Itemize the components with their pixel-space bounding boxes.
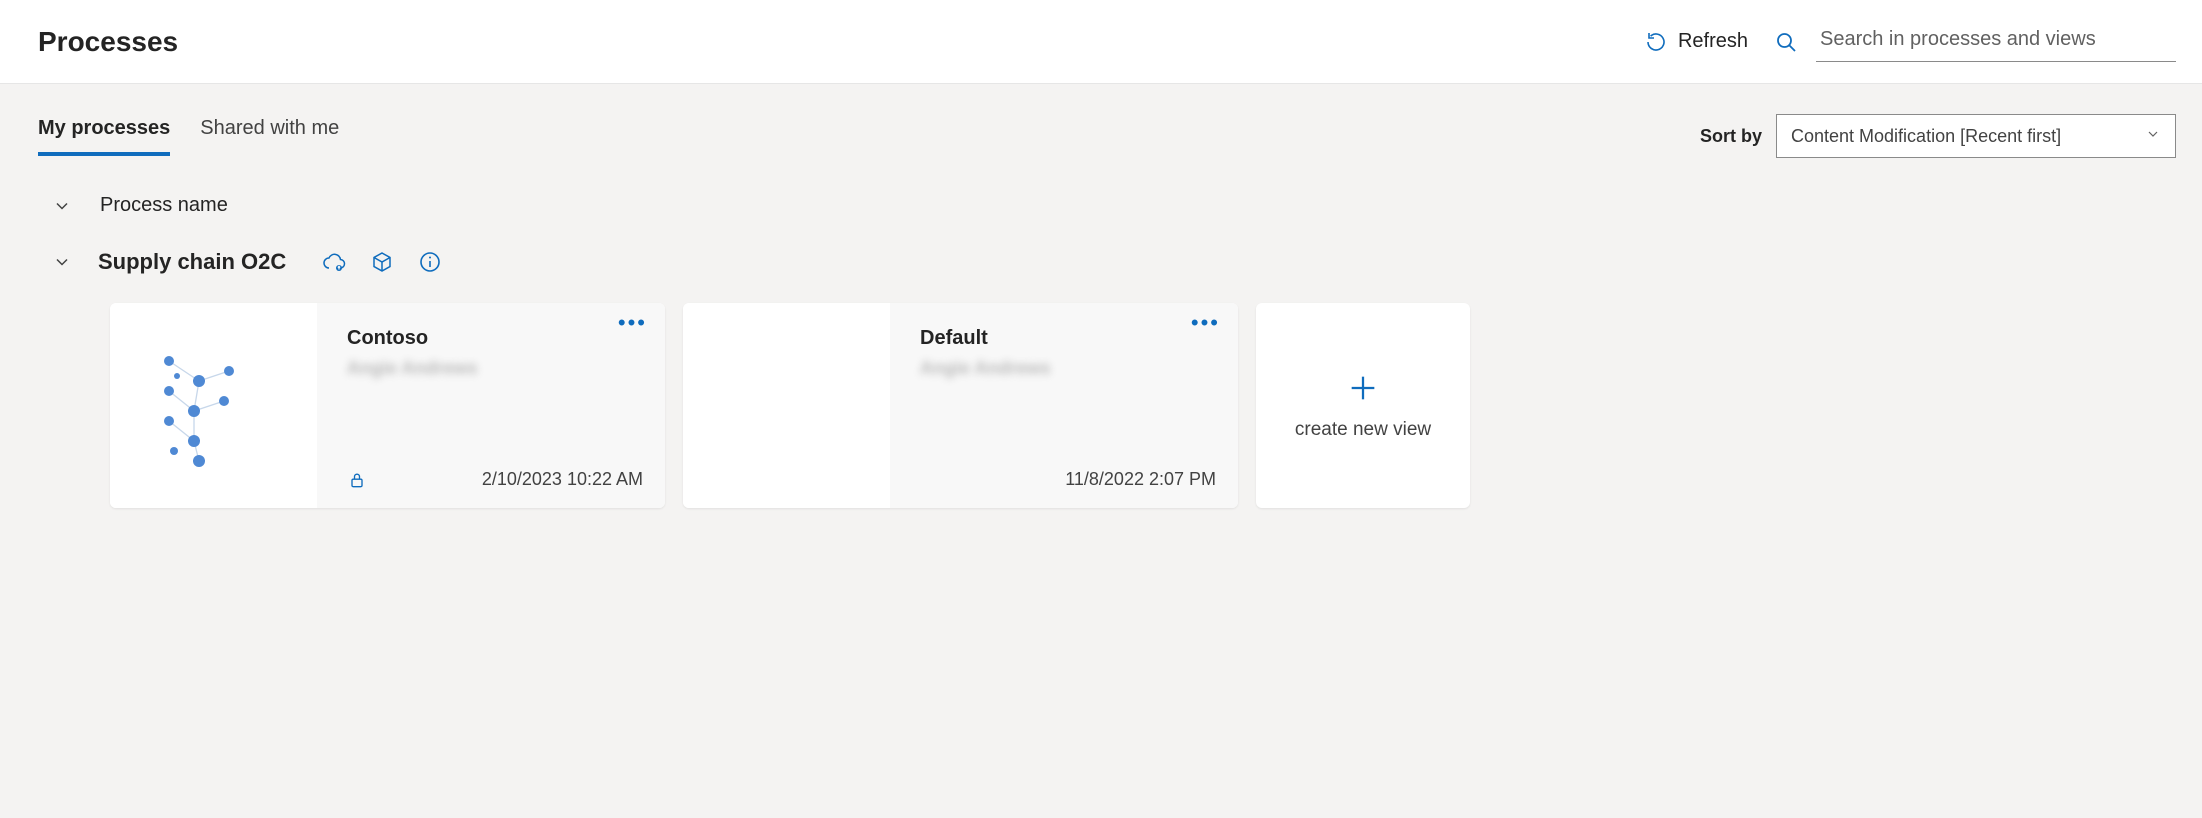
tab-shared-with-me[interactable]: Shared with me xyxy=(200,117,339,156)
plus-icon xyxy=(1346,371,1380,405)
chevron-down-icon[interactable] xyxy=(52,196,72,216)
process-graph-thumb xyxy=(139,331,289,481)
view-footer: 11/8/2022 2:07 PM xyxy=(920,469,1216,496)
view-card[interactable]: ••• Contoso Angie Andrews 2/10/2023 10:2… xyxy=(110,303,665,508)
view-thumbnail xyxy=(683,303,890,508)
cloud-upload-icon[interactable] xyxy=(322,250,346,274)
view-card[interactable]: ••• Default Angie Andrews 11/8/2022 2:07… xyxy=(683,303,1238,508)
tabs-row: My processes Shared with me Sort by Cont… xyxy=(0,84,2202,158)
view-date: 2/10/2023 10:22 AM xyxy=(482,469,643,490)
view-footer: 2/10/2023 10:22 AM xyxy=(347,469,643,496)
view-card-body: ••• Default Angie Andrews 11/8/2022 2:07… xyxy=(890,303,1238,508)
sort-select[interactable]: Content Modification [Recent first] xyxy=(1776,114,2176,158)
chevron-down-icon[interactable] xyxy=(52,252,72,272)
tab-my-processes[interactable]: My processes xyxy=(38,117,170,156)
process-title[interactable]: Supply chain O2C xyxy=(98,249,286,275)
create-new-view-button[interactable]: create new view xyxy=(1256,303,1470,508)
sort-control: Sort by Content Modification [Recent fir… xyxy=(1700,114,2176,158)
view-date: 11/8/2022 2:07 PM xyxy=(1065,469,1216,490)
create-new-view-label: create new view xyxy=(1295,419,1431,441)
refresh-label: Refresh xyxy=(1678,30,1748,53)
view-owner: Angie Andrews xyxy=(920,358,1216,379)
tabs: My processes Shared with me xyxy=(38,117,339,156)
view-title: Contoso xyxy=(347,327,643,350)
header-bar: Processes Refresh xyxy=(0,0,2202,84)
chevron-down-icon xyxy=(2145,126,2161,147)
page-title: Processes xyxy=(38,26,178,58)
search xyxy=(1774,22,2176,62)
content-area: My processes Shared with me Sort by Cont… xyxy=(0,84,2202,818)
view-thumbnail xyxy=(110,303,317,508)
sort-label: Sort by xyxy=(1700,126,1762,147)
refresh-icon xyxy=(1644,30,1668,54)
view-card-body: ••• Contoso Angie Andrews 2/10/2023 10:2… xyxy=(317,303,665,508)
cards-row: ••• Contoso Angie Andrews 2/10/2023 10:2… xyxy=(0,275,2202,508)
refresh-button[interactable]: Refresh xyxy=(1644,30,1748,54)
sort-selected-value: Content Modification [Recent first] xyxy=(1791,126,2061,147)
process-header: Supply chain O2C xyxy=(0,217,2202,275)
view-owner: Angie Andrews xyxy=(347,358,643,379)
view-title: Default xyxy=(920,327,1216,350)
search-icon[interactable] xyxy=(1774,30,1798,54)
info-icon[interactable] xyxy=(418,250,442,274)
header-actions: Refresh xyxy=(1644,22,2176,62)
section-title: Process name xyxy=(100,194,228,217)
cube-icon[interactable] xyxy=(370,250,394,274)
lock-icon xyxy=(347,470,367,490)
search-input[interactable] xyxy=(1816,22,2176,62)
process-icons xyxy=(322,250,442,274)
section-header: Process name xyxy=(0,158,2202,217)
